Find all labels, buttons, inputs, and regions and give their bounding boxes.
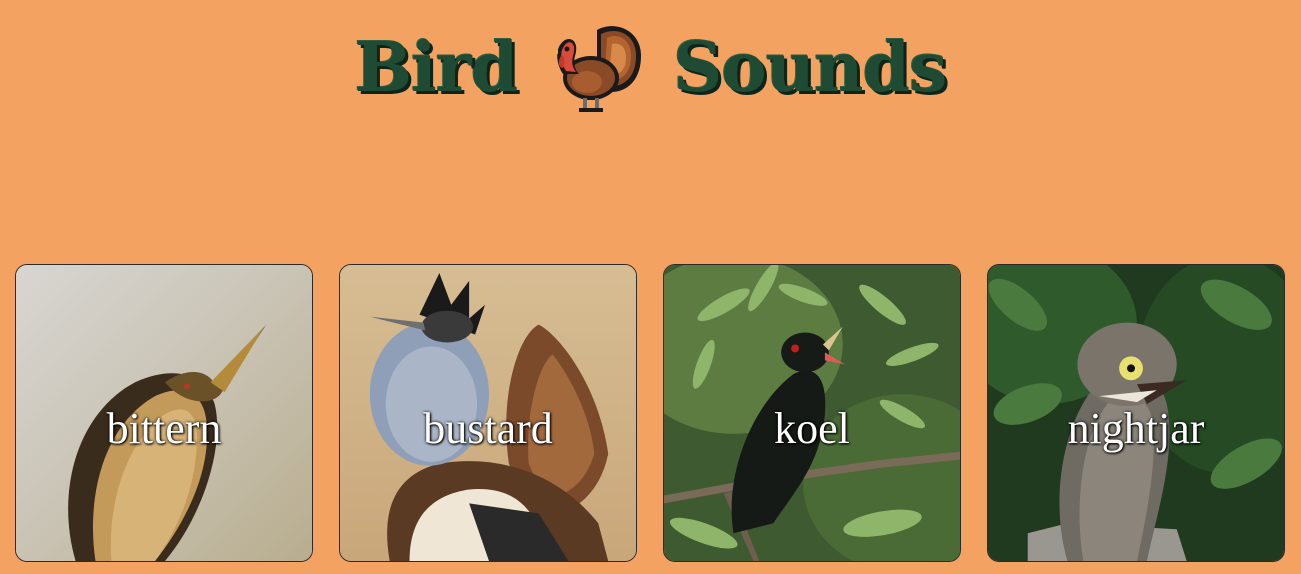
bird-label-koel: koel <box>774 404 850 453</box>
bird-label-nightjar: nightjar <box>1067 404 1205 453</box>
bird-card-nightjar[interactable]: nightjar <box>987 264 1285 562</box>
page-title-sounds: Sounds <box>673 28 947 108</box>
bird-card-koel[interactable]: koel <box>663 264 961 562</box>
bird-card-bustard[interactable]: bustard <box>339 264 637 562</box>
bird-card-grid: bittern bustard koel nightjar <box>15 264 1287 564</box>
bird-label-bittern: bittern <box>106 404 222 453</box>
turkey-icon <box>551 26 642 112</box>
bird-card-bittern[interactable]: bittern <box>15 264 313 562</box>
page-title-bird: Bird <box>354 28 519 108</box>
page-header: Bird Sounds <box>0 18 1301 118</box>
bird-label-bustard: bustard <box>423 404 553 453</box>
